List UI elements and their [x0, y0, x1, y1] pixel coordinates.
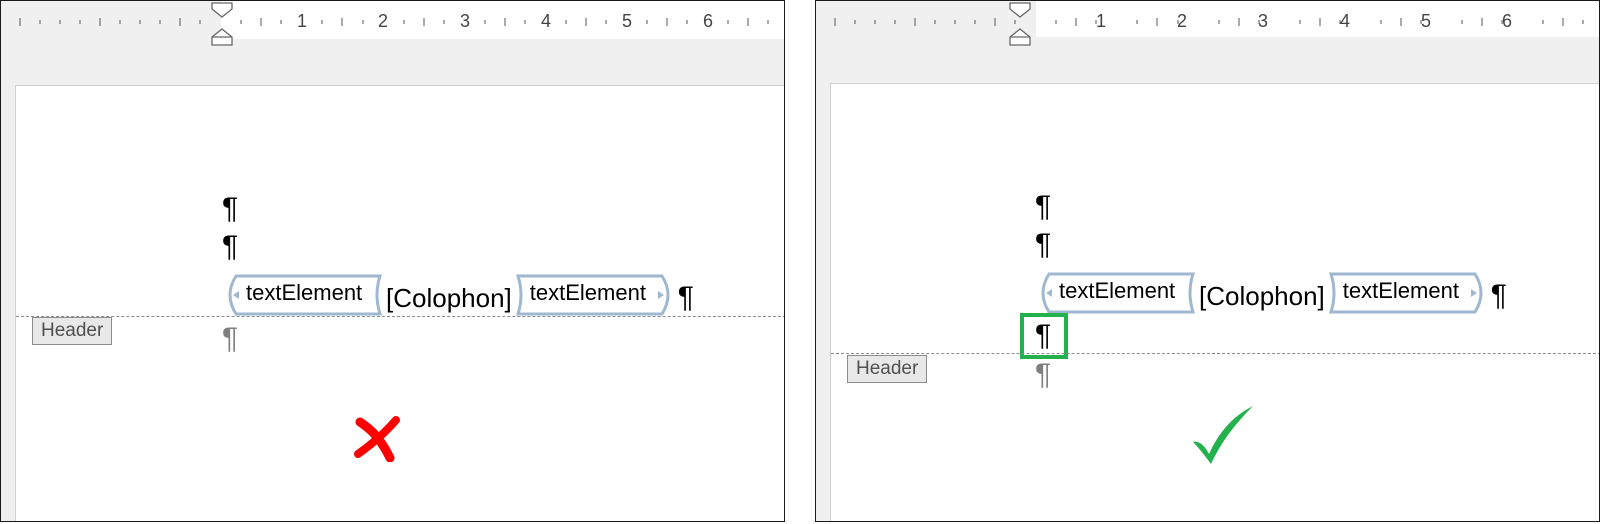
ruler-number-4: 4 [540, 11, 551, 31]
ruler-number-1: 1 [296, 11, 307, 31]
ruler-number-3: 3 [459, 11, 470, 31]
tag-end-label: textElement [1342, 278, 1459, 303]
ruler-number-5: 5 [621, 11, 632, 31]
paragraph-mark-header: ¶ [222, 322, 239, 355]
tag-start-label: textElement [1059, 278, 1176, 303]
tag-start-label: textElement [246, 280, 363, 305]
tag-end-label: textElement [529, 280, 646, 305]
content-control-start-tag[interactable]: textElement [1035, 272, 1195, 314]
ruler-number-3: 3 [1257, 11, 1268, 31]
content-control-line: textElement [Colophon] textElement ¶ [222, 274, 694, 316]
ruler-number-5: 5 [1420, 11, 1431, 31]
ruler-number-4: 4 [1339, 11, 1350, 31]
ruler-ticks [1, 1, 784, 39]
paragraph-mark: ¶ [1035, 228, 1052, 261]
document-page[interactable]: ¶ ¶ textElement [Colophon] textElement ¶ [830, 83, 1599, 521]
header-separator [831, 353, 1599, 354]
paragraph-mark: ¶ [677, 281, 694, 314]
content-control-end-tag[interactable]: textElement [515, 274, 676, 316]
document-page[interactable]: ¶ ¶ textElement [Colophon] textElement ¶ [15, 85, 784, 521]
ruler-number-2: 2 [1176, 11, 1187, 31]
paragraph-mark: ¶ [222, 192, 239, 225]
indent-marker-icon[interactable] [1008, 1, 1032, 47]
paragraph-mark-header: ¶ [1035, 358, 1052, 391]
panel-correct: 1 2 3 4 5 6 ¶ ¶ textElement [Colophon] t… [815, 0, 1600, 522]
paragraph-mark: ¶ [1490, 279, 1507, 312]
indent-marker-icon[interactable] [210, 1, 234, 47]
horizontal-ruler[interactable]: 1 2 3 4 5 6 [816, 1, 1599, 47]
ruler-number-2: 2 [377, 11, 388, 31]
panel-incorrect: 1 2 3 4 5 6 ¶ ¶ textElement [Colophon] t… [0, 0, 785, 522]
paragraph-mark: ¶ [222, 230, 239, 263]
colophon-placeholder[interactable]: [Colophon] [1195, 281, 1329, 312]
ruler-number-6: 6 [702, 11, 713, 31]
ruler-number-1: 1 [1095, 11, 1106, 31]
content-control-line: textElement [Colophon] textElement ¶ [1035, 272, 1507, 314]
green-check-icon [1193, 406, 1253, 464]
content-control-end-tag[interactable]: textElement [1328, 272, 1489, 314]
header-label[interactable]: Header [847, 355, 928, 383]
header-label[interactable]: Header [32, 317, 113, 345]
header-separator [16, 316, 784, 317]
paragraph-mark: ¶ [1035, 190, 1052, 223]
paragraph-mark-added: ¶ [1035, 319, 1052, 352]
horizontal-ruler[interactable]: 1 2 3 4 5 6 [1, 1, 784, 47]
ruler-ticks [816, 1, 1599, 37]
ruler-number-6: 6 [1501, 11, 1512, 31]
colophon-placeholder[interactable]: [Colophon] [382, 283, 516, 314]
content-control-start-tag[interactable]: textElement [222, 274, 382, 316]
red-cross-icon [354, 416, 400, 462]
